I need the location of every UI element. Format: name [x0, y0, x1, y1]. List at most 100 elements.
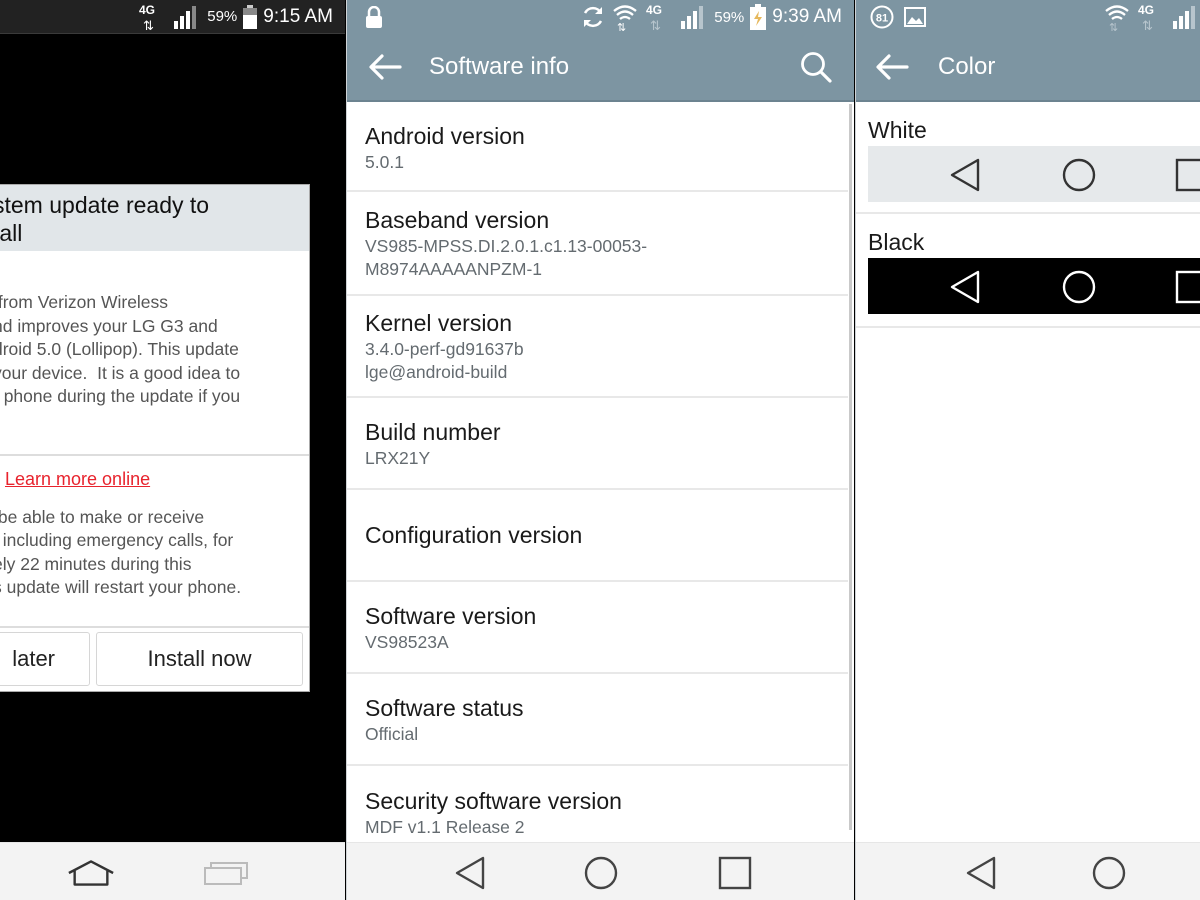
system-update-screen: 4G ⇅ 59% 9:15 AM stem update ready to tal…	[0, 0, 345, 900]
back-triangle-icon	[455, 856, 485, 890]
install-now-button[interactable]: Install now	[96, 632, 303, 686]
item-title: Security software version	[365, 787, 622, 814]
back-triangle-icon	[966, 856, 996, 890]
dialog-line: from Verizon Wireless	[0, 292, 169, 312]
search-button[interactable]	[792, 43, 840, 91]
item-title: Build number	[365, 418, 501, 445]
nav-bar	[856, 842, 1200, 900]
home-button[interactable]	[66, 853, 116, 893]
dialog-title: stem update ready to tall	[0, 185, 309, 251]
install-later-button[interactable]: later	[0, 632, 90, 686]
back-arrow-icon	[876, 54, 909, 80]
back-triangle-icon	[950, 270, 980, 304]
notification-count-icon: 81	[870, 5, 894, 29]
nav-bar-color-screen: 81 ⇅ 4G ⇅ Color White Black	[855, 0, 1200, 900]
sync-icon	[584, 6, 603, 28]
item-title: Software status	[365, 694, 524, 721]
item-title: Kernel version	[365, 310, 513, 336]
list-item-android-version[interactable]: Android version 5.0.1	[347, 104, 848, 192]
recents-nav-button[interactable]	[710, 853, 760, 893]
lte-data-icon: 4G ⇅	[139, 3, 155, 32]
battery-icon	[243, 4, 258, 29]
recents-icon	[204, 862, 248, 885]
battery-charging-icon	[750, 4, 767, 30]
clock: 9:15 AM	[263, 5, 333, 27]
home-nav-button[interactable]	[1084, 853, 1134, 893]
item-title: Android version	[365, 122, 525, 149]
back-nav-button[interactable]	[445, 853, 495, 893]
list-item-kernel-version[interactable]: Kernel version 3.4.0-perf-gd91637b lge@a…	[347, 296, 848, 398]
dialog-line: droid 5.0 (Lollipop). This update	[0, 339, 239, 359]
dialog-line: nd improves your LG G3 and	[0, 315, 218, 336]
white-navbar-preview	[868, 146, 1200, 202]
svg-text:4G: 4G	[139, 3, 155, 17]
dialog-warning: Learn more online be able to make or rec…	[0, 456, 309, 628]
battery-percent: 59%	[207, 8, 238, 25]
nav-bar	[347, 842, 854, 900]
warning-line: ely 22 minutes during this	[0, 553, 192, 574]
warning-line: s update will restart your phone.	[0, 577, 242, 597]
app-bar: Color	[856, 34, 1200, 102]
list-item-software-status[interactable]: Software status Official	[347, 674, 848, 766]
svg-text:⇅: ⇅	[617, 21, 626, 31]
list-item-configuration-version[interactable]: Configuration version	[347, 490, 848, 582]
page-title: Software info	[429, 53, 570, 80]
color-option-label: White	[868, 117, 927, 143]
item-title: Configuration version	[365, 522, 583, 548]
back-triangle-icon	[950, 158, 980, 192]
home-circle-icon	[1062, 270, 1096, 304]
home-circle-icon	[1062, 158, 1096, 192]
item-summary: 5.0.1	[365, 151, 404, 172]
color-option-white[interactable]: White	[868, 114, 1200, 202]
recents-button[interactable]	[202, 853, 252, 893]
item-summary: MDF v1.1 Release 2	[365, 816, 525, 837]
back-button[interactable]	[355, 33, 415, 101]
svg-text:⇅: ⇅	[1109, 21, 1118, 31]
list-item-build-number[interactable]: Build number LRX21Y	[347, 398, 848, 490]
search-icon	[801, 52, 832, 83]
wifi-icon: ⇅	[1105, 5, 1129, 31]
item-summary: LRX21Y	[365, 447, 431, 468]
item-title: Baseband version	[365, 207, 550, 233]
dialog-buttons: later Install now	[0, 628, 309, 690]
status-bar: ⇅ 4G ⇅ 59% 9:39 AM	[347, 0, 854, 34]
scrollbar[interactable]	[849, 104, 852, 830]
back-button[interactable]	[862, 33, 922, 101]
svg-text:⇅: ⇅	[650, 19, 661, 32]
page-title: Color	[938, 53, 996, 80]
battery-percent: 59%	[714, 8, 745, 26]
svg-text:81: 81	[876, 13, 888, 25]
recents-square-icon	[1175, 158, 1200, 192]
item-summary: 3.4.0-perf-gd91637b lge@android-build	[365, 339, 524, 382]
lte-data-icon: 4G ⇅	[646, 3, 662, 32]
signal-icon	[681, 6, 704, 29]
recents-square-icon	[718, 856, 752, 890]
color-option-label: Black	[868, 229, 925, 255]
list-item-software-version[interactable]: Software version VS98523A	[347, 582, 848, 674]
dialog-line: your device. It is a good idea to	[0, 362, 241, 383]
home-nav-button[interactable]	[576, 853, 626, 893]
app-bar: Software info	[347, 34, 854, 102]
software-info-screen: ⇅ 4G ⇅ 59% 9:39 AM Software info Android …	[346, 0, 854, 900]
recents-square-icon	[1175, 270, 1200, 304]
signal-icon	[174, 5, 197, 29]
warning-line: be able to make or receive	[0, 506, 205, 527]
nav-bar	[0, 842, 345, 900]
home-circle-icon	[1092, 856, 1126, 890]
back-nav-button[interactable]	[956, 853, 1006, 893]
black-navbar-preview	[868, 258, 1200, 314]
learn-more-link[interactable]: Learn more online	[5, 468, 289, 492]
image-notification-icon	[904, 7, 926, 27]
color-option-black[interactable]: Black	[868, 226, 1200, 314]
back-arrow-icon	[369, 54, 402, 80]
svg-text:⇅: ⇅	[1142, 19, 1153, 32]
update-dialog: stem update ready to tall from Verizon W…	[0, 184, 310, 692]
item-summary: Official	[365, 723, 419, 744]
lte-data-icon: 4G ⇅	[1138, 3, 1154, 32]
dialog-message: from Verizon Wireless nd improves your L…	[0, 251, 309, 456]
svg-text:⇅: ⇅	[143, 19, 154, 32]
clock: 9:39 AM	[772, 6, 842, 27]
signal-icon	[1173, 6, 1195, 29]
list-item-baseband-version[interactable]: Baseband version VS985-MPSS.DI.2.0.1.c1.…	[347, 192, 848, 296]
lock-icon	[366, 6, 382, 28]
